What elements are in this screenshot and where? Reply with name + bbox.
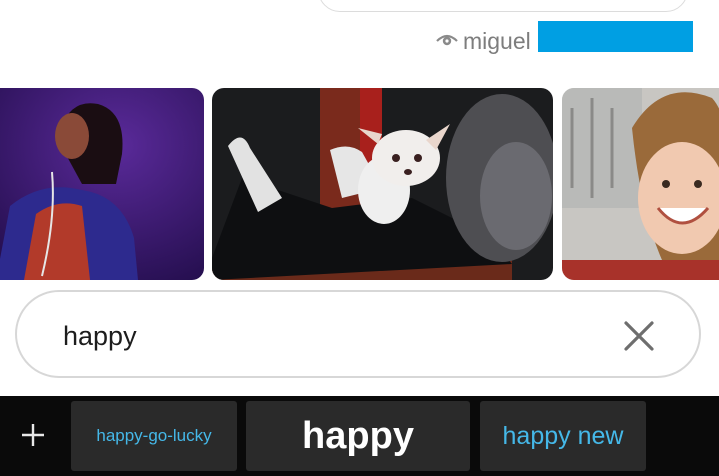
gif-result-3[interactable]: [562, 88, 719, 280]
suggestion-left[interactable]: happy-go-lucky: [71, 401, 237, 471]
keyboard-suggestion-bar: happy-go-lucky happy happy new: [0, 396, 719, 476]
suggestion-right[interactable]: happy new: [480, 401, 646, 471]
eye-icon: [436, 31, 458, 47]
suggestion-left-label: happy-go-lucky: [96, 426, 212, 445]
suggestion-center-label: happy: [302, 414, 414, 457]
gif-result-1[interactable]: [0, 88, 204, 280]
suggestion-center[interactable]: happy: [246, 401, 470, 471]
gif-result-2[interactable]: [212, 88, 553, 280]
gif-search-bar: [15, 290, 701, 378]
redacted-name-block: [538, 21, 693, 52]
plus-icon[interactable]: [18, 420, 48, 450]
search-input[interactable]: [63, 318, 583, 354]
close-icon[interactable]: [621, 318, 657, 354]
previous-message-bubble: [318, 0, 688, 12]
suggestion-right-label: happy new: [502, 421, 624, 450]
seen-by-name: miguel: [463, 28, 531, 54]
gif-results-strip: [0, 88, 719, 280]
